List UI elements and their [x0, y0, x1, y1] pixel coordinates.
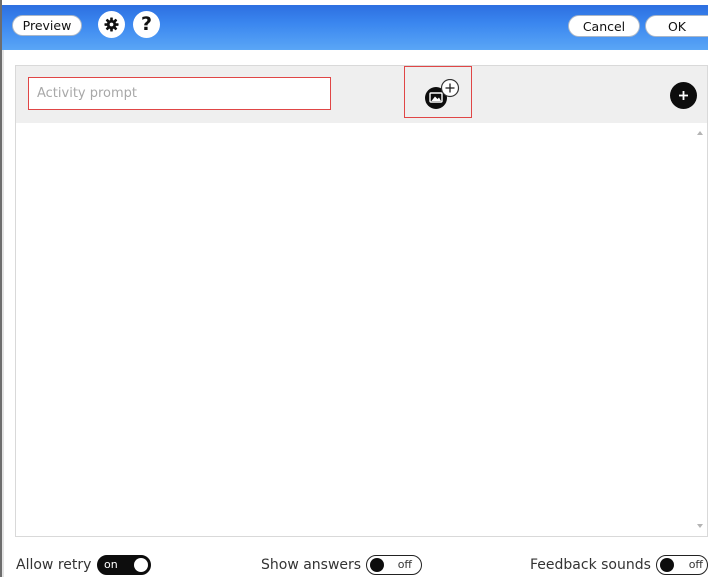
allow-retry-label: Allow retry [16, 557, 92, 573]
show-answers-label: Show answers [261, 557, 362, 573]
cancel-button[interactable]: Cancel [568, 15, 640, 37]
cancel-button-label: Cancel [582, 18, 626, 34]
vertical-scrollbar[interactable] [694, 123, 707, 536]
toggle-knob [660, 557, 674, 572]
ok-button[interactable]: OK [645, 15, 708, 37]
editor-panel [15, 65, 708, 537]
add-image-button[interactable] [421, 78, 465, 111]
show-answers-toggle[interactable]: off [366, 555, 422, 575]
feedback-sounds-state: off [688, 558, 703, 571]
gear-icon [104, 17, 119, 32]
prompt-bar [16, 66, 707, 123]
allow-retry-toggle[interactable]: on [97, 555, 151, 575]
help-button[interactable]: ? [133, 11, 160, 38]
show-answers-state: off [397, 558, 412, 571]
question-icon: ? [140, 13, 153, 35]
window-inner-border [2, 50, 4, 577]
add-item-button[interactable] [670, 82, 697, 109]
scroll-up-arrow-icon[interactable] [697, 131, 703, 135]
scroll-down-arrow-icon[interactable] [697, 524, 703, 528]
image-add-icon [425, 78, 460, 109]
plus-icon [679, 91, 688, 100]
activity-content-area[interactable] [16, 123, 692, 536]
feedback-sounds-label: Feedback sounds [530, 557, 651, 573]
toolbar: Preview ? Cancel OK [2, 5, 708, 50]
ok-button-label: OK [667, 18, 687, 34]
preview-button-label: Preview [22, 18, 72, 33]
toggle-knob [134, 558, 148, 572]
activity-prompt-input[interactable] [28, 77, 331, 110]
toggle-knob [370, 557, 384, 572]
preview-button[interactable]: Preview [12, 15, 82, 36]
feedback-sounds-toggle[interactable]: off [656, 555, 708, 575]
allow-retry-state: on [104, 558, 118, 571]
settings-button[interactable] [98, 11, 125, 38]
